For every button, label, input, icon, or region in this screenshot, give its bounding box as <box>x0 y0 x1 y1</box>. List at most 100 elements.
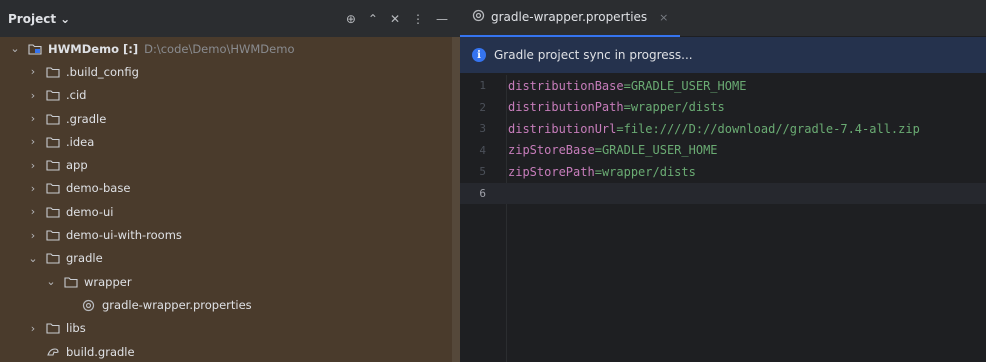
expand-collapse-icon[interactable]: ⌃ <box>368 12 378 26</box>
line-number: 2 <box>479 100 486 114</box>
chevron-right-icon[interactable]: › <box>26 229 40 242</box>
tree-item-label: demo-base <box>66 181 131 196</box>
folder-icon <box>46 322 62 334</box>
tree-item-gradle[interactable]: › .gradle <box>0 107 452 130</box>
close-tab-icon[interactable]: × <box>659 11 668 24</box>
code-line[interactable]: 1 distributionBase=GRADLE_USER_HOME <box>460 75 986 97</box>
tree-item-label: .build_config <box>66 64 139 79</box>
project-panel-header: Project ⌄ ⊕ ⌃ ✕ ⋮ — <box>0 0 460 37</box>
chevron-right-icon[interactable]: › <box>26 159 40 172</box>
property-value: GRADLE_USER_HOME <box>601 143 718 158</box>
tree-item-demo-ui[interactable]: › demo-ui <box>0 200 452 223</box>
chevron-right-icon[interactable]: › <box>26 182 40 195</box>
code-line[interactable]: 2 distributionPath=wrapper/dists <box>460 97 986 119</box>
chevron-down-icon[interactable]: ⌄ <box>44 275 58 288</box>
tree-scrollbar[interactable] <box>452 37 460 362</box>
equals-sign: = <box>616 121 624 136</box>
settings-file-icon <box>82 299 98 312</box>
tree-item-demo-ui-with-rooms[interactable]: › demo-ui-with-rooms <box>0 223 452 246</box>
tree-item-label: HWMDemo [:] <box>48 41 139 56</box>
equals-sign: = <box>594 143 602 158</box>
code-line[interactable]: 5 zipStorePath=wrapper/dists <box>460 161 986 183</box>
module-path: D:\code\Demo\HWMDemo <box>144 41 295 56</box>
tree-item-label: .idea <box>66 134 95 149</box>
gradle-file-icon <box>46 346 62 358</box>
tree-item-label: demo-ui-with-rooms <box>66 228 182 243</box>
tree-item-label: gradle <box>66 251 103 266</box>
chevron-right-icon[interactable]: › <box>26 89 40 102</box>
property-value: wrapper/dists <box>630 100 725 115</box>
code-text: zipStorePath=wrapper/dists <box>494 165 696 179</box>
folder-icon <box>46 89 62 101</box>
tree-item-idea[interactable]: › .idea <box>0 130 452 153</box>
chevron-right-icon[interactable]: › <box>26 65 40 78</box>
hide-panel-icon[interactable]: — <box>436 12 448 26</box>
line-number: 6 <box>479 186 486 200</box>
more-options-icon[interactable]: ⋮ <box>412 12 424 26</box>
property-value: wrapper/dists <box>601 164 696 179</box>
tree-item-label: app <box>66 158 88 173</box>
tree-item-hwmdemo[interactable]: ⌄ HWMDemo [:] D:\code\Demo\HWMDemo <box>0 37 452 60</box>
locate-icon[interactable]: ⊕ <box>346 12 356 26</box>
folder-icon <box>46 182 62 194</box>
equals-sign: = <box>623 100 631 115</box>
tab-label: gradle-wrapper.properties <box>491 10 648 24</box>
property-value: GRADLE_USER_HOME <box>630 78 747 93</box>
module-icon <box>28 43 44 55</box>
line-number: 3 <box>479 122 486 136</box>
code-text: zipStoreBase=GRADLE_USER_HOME <box>494 143 718 157</box>
settings-file-icon <box>472 9 485 25</box>
chevron-right-icon[interactable]: › <box>26 322 40 335</box>
tree-item-demo-base[interactable]: › demo-base <box>0 177 452 200</box>
folder-icon <box>64 276 80 288</box>
property-key: zipStorePath <box>508 164 595 179</box>
tree-item-libs[interactable]: › libs <box>0 317 452 340</box>
folder-icon <box>46 136 62 148</box>
property-key: distributionBase <box>508 78 624 93</box>
tree-item-wrapper[interactable]: ⌄ wrapper <box>0 270 452 293</box>
chevron-down-icon[interactable]: ⌄ <box>26 252 40 265</box>
line-number: 4 <box>479 143 486 157</box>
sync-notification-banner: i Gradle project sync in progress... <box>460 37 986 73</box>
tree-item-cid[interactable]: › .cid <box>0 84 452 107</box>
tree-item-build-gradle[interactable]: build.gradle <box>0 340 452 362</box>
tree-item-label: wrapper <box>84 274 132 289</box>
folder-icon <box>46 113 62 125</box>
banner-text: Gradle project sync in progress... <box>494 48 693 62</box>
tree-item-app[interactable]: › app <box>0 153 452 176</box>
equals-sign: = <box>594 164 602 179</box>
code-line[interactable]: 6 <box>460 182 986 204</box>
chevron-right-icon[interactable]: › <box>26 135 40 148</box>
tree-item-gradle[interactable]: ⌄ gradle <box>0 247 452 270</box>
editor-tabbar: gradle-wrapper.properties × <box>460 0 986 37</box>
close-icon[interactable]: ✕ <box>390 12 400 26</box>
tree-item-label: gradle-wrapper.properties <box>102 297 252 312</box>
property-value: file:////D://download//gradle-7.4-all.zi… <box>623 121 920 136</box>
equals-sign: = <box>623 78 631 93</box>
code-text: distributionUrl=file:////D://download//g… <box>494 122 920 136</box>
code-line[interactable]: 4 zipStoreBase=GRADLE_USER_HOME <box>460 140 986 162</box>
property-key: distributionPath <box>508 100 624 115</box>
folder-icon <box>46 66 62 78</box>
folder-icon <box>46 229 62 241</box>
info-icon: i <box>472 48 486 62</box>
chevron-right-icon[interactable]: › <box>26 112 40 125</box>
chevron-right-icon[interactable]: › <box>26 205 40 218</box>
line-number: 5 <box>479 165 486 179</box>
tree-item-label: .gradle <box>66 111 107 126</box>
project-title: Project <box>8 11 57 26</box>
tree-item-label: libs <box>66 321 86 336</box>
tree-item-label: build.gradle <box>66 344 135 359</box>
chevron-down-icon[interactable]: ⌄ <box>8 42 22 55</box>
tree-item-label: demo-ui <box>66 204 114 219</box>
project-tree: ⌄ HWMDemo [:] D:\code\Demo\HWMDemo › .build_… <box>0 37 452 362</box>
property-key: distributionUrl <box>508 121 617 136</box>
editor-tab-gradle-wrapper[interactable]: gradle-wrapper.properties × <box>460 0 681 37</box>
project-view-selector[interactable]: Project ⌄ <box>8 12 70 26</box>
tree-item-gradle-wrapper-properties[interactable]: gradle-wrapper.properties <box>0 293 452 316</box>
code-line[interactable]: 3 distributionUrl=file:////D://download//… <box>460 118 986 140</box>
folder-icon <box>46 159 62 171</box>
tree-item-build-config[interactable]: › .build_config <box>0 60 452 83</box>
folder-icon <box>46 252 62 264</box>
code-editor[interactable]: 1 distributionBase=GRADLE_USER_HOME 2 distr… <box>460 75 986 362</box>
